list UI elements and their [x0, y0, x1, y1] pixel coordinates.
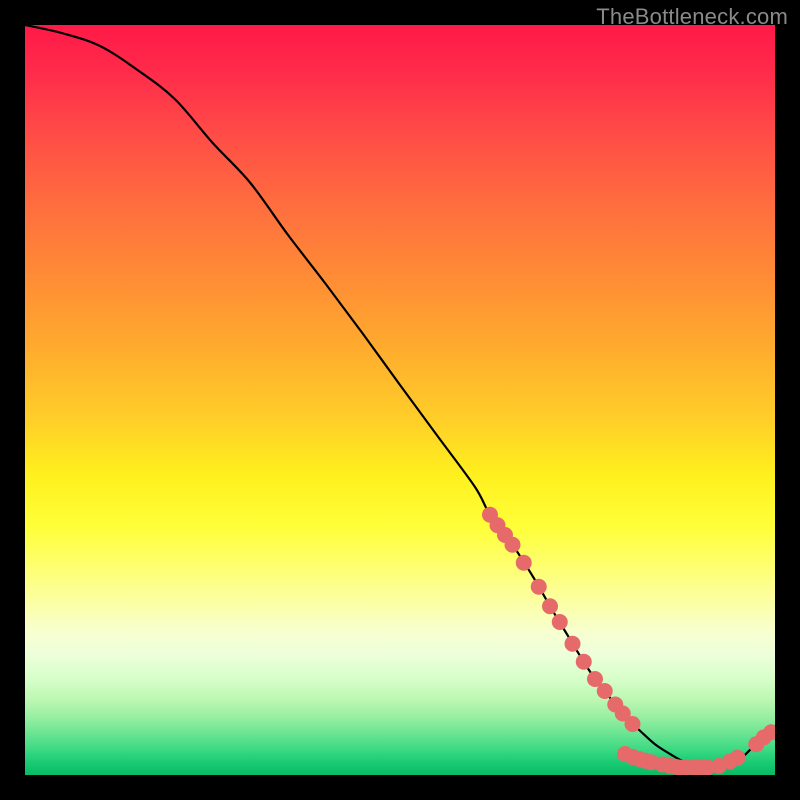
marker-dot — [542, 598, 558, 614]
chart-svg — [25, 25, 775, 775]
marker-dot — [576, 654, 592, 670]
marker-dot — [597, 683, 613, 699]
marker-dot — [565, 636, 581, 652]
marker-group — [482, 507, 775, 775]
chart-frame: TheBottleneck.com — [0, 0, 800, 800]
marker-dot — [531, 579, 547, 595]
curve-line — [25, 25, 775, 769]
marker-dot — [552, 614, 568, 630]
marker-dot — [505, 537, 521, 553]
marker-dot — [730, 750, 746, 766]
marker-dot — [625, 716, 641, 732]
marker-dot — [516, 555, 532, 571]
plot-area — [25, 25, 775, 775]
